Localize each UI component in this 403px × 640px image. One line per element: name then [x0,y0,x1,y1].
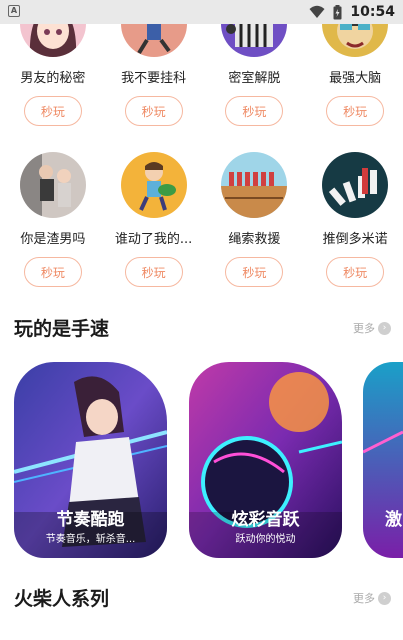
status-icons: 10:54 [309,2,395,22]
quick-play-button[interactable]: 秒玩 [124,257,183,287]
game-card[interactable]: 激 [363,362,403,558]
game-item[interactable]: 你是渣男吗 秒玩 [5,152,101,287]
game-name: 男友的秘密 [20,71,86,86]
domino-icon[interactable] [322,152,389,218]
chevron-right-icon: › [378,591,391,605]
couple-icon[interactable] [19,152,86,218]
notification-icon: A [8,5,20,17]
card-subtitle: 节奏音乐，斩杀音... [45,534,136,545]
game-item[interactable]: 绳索救援 秒玩 [207,152,303,287]
game-name: 最强大脑 [329,71,382,86]
wifi-icon [309,5,325,18]
clock: 10:54 [350,4,395,20]
more-link-speed[interactable]: 更多 › [353,320,391,336]
game-name: 我不要挂科 [121,71,187,86]
game-card[interactable]: 炫彩音跃 跃动你的悦动 [189,362,342,558]
game-name: 谁动了我的... [114,232,193,247]
quick-play-button[interactable]: 秒玩 [225,257,284,287]
quick-play-button[interactable]: 秒玩 [23,96,82,126]
quick-play-button[interactable]: 秒玩 [326,257,385,287]
quick-play-button[interactable]: 秒玩 [225,96,284,126]
battery-icon [333,4,342,19]
game-card[interactable]: 节奏酷跑 节奏音乐，斩杀音... [14,362,167,558]
section-title-speed: 玩的是手速 [14,318,110,340]
more-label: 更多 [353,592,375,605]
card-title: 炫彩音跃 [231,510,300,530]
chevron-right-icon: › [378,321,391,335]
game-item[interactable]: 谁动了我的... 秒玩 [106,152,202,287]
section-title-stickman: 火柴人系列 [14,588,110,610]
game-name: 绳索救援 [228,232,281,247]
card-subtitle: 跃动你的悦动 [235,534,296,545]
game-item[interactable]: 推倒多米诺 秒玩 [307,152,403,287]
game-name: 推倒多米诺 [322,232,388,247]
card-title: 激 [385,510,402,530]
quick-play-button[interactable]: 秒玩 [124,96,183,126]
status-bar: A 10:54 [0,0,403,24]
more-label: 更多 [353,322,375,335]
quick-play-button[interactable]: 秒玩 [326,96,385,126]
rope-rescue-icon[interactable] [221,152,288,218]
game-name: 密室解脱 [228,71,281,86]
game-row-2: 你是渣男吗 秒玩 谁动了我的... 秒玩 绳索救援 秒玩 推倒多米诺 秒玩 [0,152,403,287]
card-title: 节奏酷跑 [56,510,125,530]
quick-play-button[interactable]: 秒玩 [23,257,82,287]
game-name: 你是渣男吗 [20,232,86,247]
more-link-stickman[interactable]: 更多 › [353,590,391,606]
bottom-edge [0,632,403,640]
boy-watermelon-icon[interactable] [120,152,187,218]
